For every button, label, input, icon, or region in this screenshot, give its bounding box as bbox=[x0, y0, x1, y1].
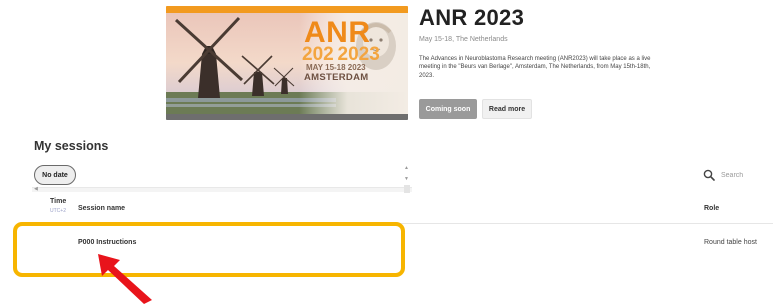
sessions-heading: My sessions bbox=[34, 139, 109, 153]
event-title: ANR 2023 bbox=[419, 5, 525, 30]
event-subtitle: May 15-18, The Netherlands bbox=[419, 36, 508, 43]
event-description: The Advances in Neuroblastoma Research m… bbox=[419, 56, 651, 79]
banner-bottom-bar bbox=[166, 114, 408, 120]
arrow-icon bbox=[98, 254, 152, 304]
coming-soon-button[interactable]: Coming soon bbox=[419, 99, 477, 119]
banner-city-text: AMSTERDAM bbox=[304, 72, 369, 83]
horizontal-scrollbar[interactable]: ◀ ▶ bbox=[32, 186, 412, 192]
column-header-timezone: UTC+2 bbox=[50, 208, 66, 214]
read-more-button[interactable]: Read more bbox=[482, 99, 532, 119]
annotation-highlight-box bbox=[13, 222, 405, 277]
search-icon bbox=[703, 169, 715, 181]
column-header-role: Role bbox=[704, 205, 720, 212]
chevron-down-icon[interactable]: ▼ bbox=[404, 176, 409, 182]
date-filter-strip: No date ◀ ▶ bbox=[32, 164, 412, 192]
session-search[interactable] bbox=[697, 165, 773, 185]
chevron-up-icon[interactable]: ▲ bbox=[404, 165, 409, 171]
scrollbar-thumb[interactable] bbox=[404, 185, 410, 193]
date-filter-chip-no-date[interactable]: No date bbox=[34, 165, 76, 185]
banner-top-bar bbox=[166, 6, 408, 13]
chevron-left-icon[interactable]: ◀ bbox=[34, 186, 38, 192]
event-banner: ANR 202 2023 MAY 15-18 2023 AMSTERDAM bbox=[166, 6, 408, 120]
search-input[interactable] bbox=[721, 171, 773, 179]
column-header-time: Time bbox=[50, 198, 67, 205]
session-row-role: Round table host bbox=[704, 239, 757, 246]
banner-dates-text: MAY 15-18 2023 bbox=[306, 63, 366, 72]
column-header-session-name: Session name bbox=[78, 205, 126, 212]
vertical-scrollbar[interactable]: ▲ ▼ bbox=[402, 165, 412, 193]
